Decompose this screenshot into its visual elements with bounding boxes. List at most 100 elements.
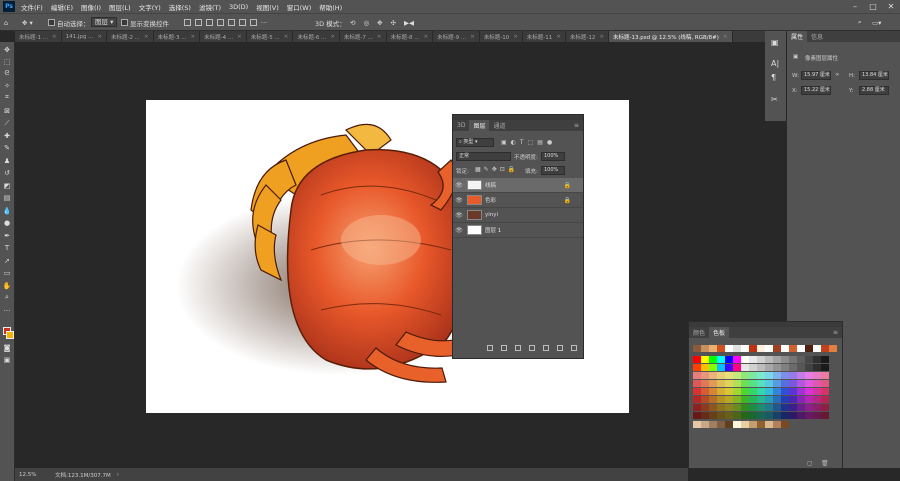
color-swatch[interactable] [749,356,757,363]
color-swatch[interactable] [773,412,781,419]
color-swatch[interactable] [797,356,805,363]
color-swatch[interactable] [797,380,805,387]
color-swatch[interactable] [789,364,797,371]
color-swatch[interactable] [725,364,733,371]
menu-edit[interactable]: 编辑(E) [47,2,77,12]
color-swatch[interactable] [717,388,725,395]
color-swatch[interactable] [789,404,797,411]
menu-window[interactable]: 窗口(W) [283,2,316,12]
fx-icon[interactable] [501,345,507,351]
color-swatch[interactable] [813,396,821,403]
color-swatch[interactable] [749,421,757,428]
recent-swatch[interactable] [725,345,733,352]
color-swatch[interactable] [733,412,741,419]
layer-name[interactable]: 色彩 [485,196,496,204]
recent-swatch[interactable] [813,345,821,352]
link-icon[interactable]: ∞ [835,72,840,78]
color-swatch[interactable] [765,404,773,411]
tab-close-icon[interactable]: × [599,34,604,40]
color-swatch[interactable] [797,396,805,403]
history-brush-icon[interactable]: ↺ [1,167,13,178]
color-swatch[interactable] [789,356,797,363]
color-swatch[interactable] [805,388,813,395]
minimize-icon[interactable]: – [846,0,864,13]
layer-name[interactable]: 图层 1 [485,226,501,234]
color-swatch[interactable] [821,412,829,419]
y-input[interactable]: 2.88 厘米 [859,86,889,95]
new-swatch-icon[interactable]: ▢ [807,460,813,467]
distribute-icon[interactable] [250,19,257,26]
color-swatch[interactable] [693,372,701,379]
move-tool-icon[interactable]: ✥ [1,44,13,55]
color-swatch[interactable] [749,396,757,403]
layer-row[interactable]: 👁 图层 1 [453,223,583,238]
add-mask-icon[interactable] [515,345,521,351]
color-swatch[interactable] [701,421,709,428]
color-swatch[interactable] [805,372,813,379]
color-swatch[interactable] [821,380,829,387]
3d-pan-icon[interactable]: ✥ [377,19,382,27]
recent-swatch[interactable] [805,345,813,352]
color-swatch[interactable] [725,404,733,411]
recent-swatch[interactable] [821,345,829,352]
layer-name[interactable]: 线稿 [485,181,496,189]
color-swatch[interactable] [709,421,717,428]
align-right-icon[interactable] [239,19,246,26]
recent-swatch[interactable] [709,345,717,352]
color-swatch[interactable] [813,356,821,363]
color-swatch[interactable] [709,380,717,387]
h-input[interactable]: 13.84 厘米 [859,71,889,80]
align-vcenter-icon[interactable] [195,19,202,26]
color-swatch[interactable] [709,356,717,363]
tab-info[interactable]: 信息 [807,31,827,42]
recent-swatch[interactable] [733,345,741,352]
color-swatch[interactable] [709,364,717,371]
color-swatch[interactable] [725,380,733,387]
doc-tab-active[interactable]: 未标题-13.psd @ 12.5% (线稿, RGB/8#) × [608,31,733,42]
w-input[interactable]: 15.97 厘米 [801,71,831,80]
color-swatch[interactable] [805,396,813,403]
color-swatch[interactable] [781,380,789,387]
color-swatch[interactable] [717,421,725,428]
color-swatch[interactable] [789,380,797,387]
blur-tool-icon[interactable]: 💧 [1,205,13,216]
color-swatch[interactable] [749,364,757,371]
color-swatch[interactable] [725,396,733,403]
color-swatch[interactable] [765,372,773,379]
color-swatch[interactable] [741,404,749,411]
recent-swatch[interactable] [765,345,773,352]
opacity-input[interactable]: 100% [541,152,565,161]
color-swatch[interactable] [725,388,733,395]
tab-close-icon[interactable]: × [470,34,475,40]
menu-filter[interactable]: 滤镜(T) [195,2,225,12]
color-swatch[interactable] [821,404,829,411]
color-swatch[interactable] [765,421,773,428]
zoom-level[interactable]: 12.5% [19,472,41,478]
color-swatch[interactable] [781,388,789,395]
align-top-icon[interactable] [184,19,191,26]
color-swatch[interactable] [741,421,749,428]
doc-tab[interactable]: 未标题-3 ... × [154,31,201,42]
visibility-eye-icon[interactable]: 👁 [453,182,465,189]
color-swatch[interactable] [789,388,797,395]
doc-tab[interactable]: 未标题-2 ... × [107,31,154,42]
color-swatch[interactable] [733,364,741,371]
doc-tab[interactable]: 未标题-5 ... × [247,31,294,42]
adjustment-layer-icon[interactable] [529,345,535,351]
color-swatch[interactable] [717,364,725,371]
color-swatch[interactable] [813,388,821,395]
tab-close-icon[interactable]: × [52,34,57,40]
doc-tab[interactable]: 141.jpg ... × [62,31,107,42]
menu-select[interactable]: 选择(S) [165,2,195,12]
color-swatch[interactable] [765,356,773,363]
tab-properties[interactable]: 属性 [787,31,808,42]
color-swatch[interactable] [757,404,765,411]
filter-shape-icon[interactable]: ⬚ [528,139,534,146]
color-swatch[interactable] [701,356,709,363]
color-swatch[interactable] [773,380,781,387]
filter-type-icon[interactable]: T [520,139,524,146]
color-swatch[interactable] [741,356,749,363]
color-swatch[interactable] [805,404,813,411]
color-swatch[interactable] [693,396,701,403]
doc-tab[interactable]: 未标题-4 ... × [200,31,247,42]
